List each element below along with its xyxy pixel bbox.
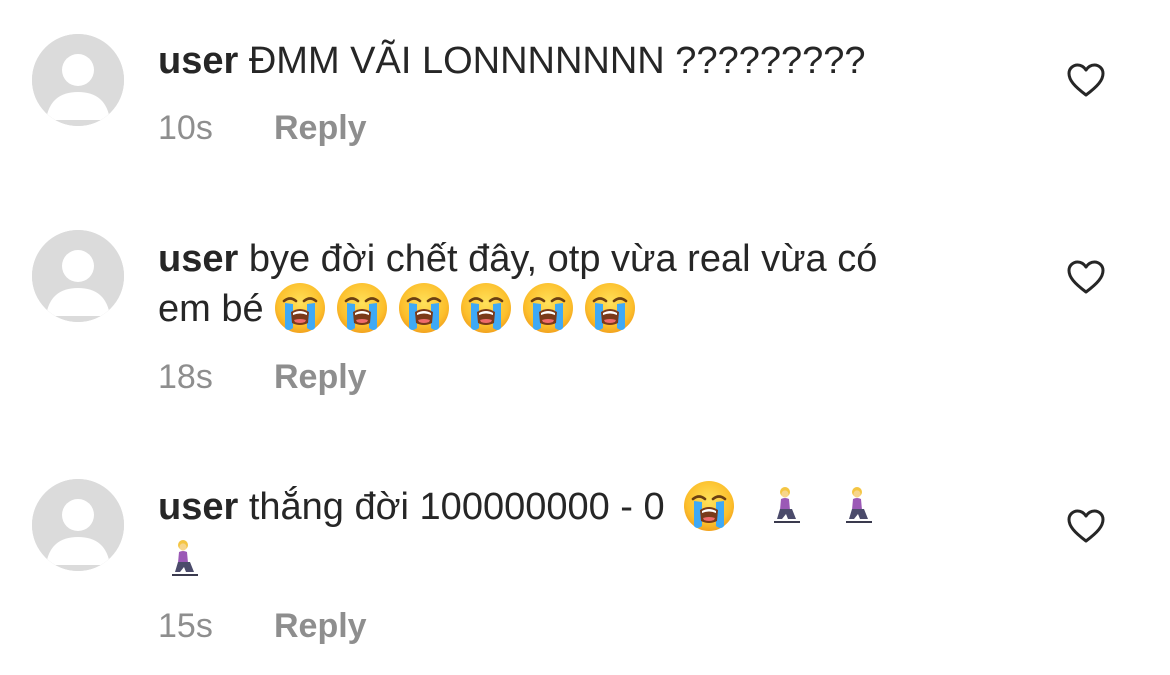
loudly-crying-face-emoji (274, 282, 326, 334)
woman-kneeling-emoji (842, 486, 876, 526)
comment-message: bye đời chết đây, otp vừa real vừa có (248, 238, 878, 280)
comment-message: ĐMM VÃI LONNNNNNN ????????? (248, 40, 866, 82)
comment-timestamp: 18s (158, 358, 213, 396)
comment-meta: 10s Reply (158, 108, 367, 148)
comment-text: user ĐMM VÃI LONNNNNNN ????????? (158, 36, 1028, 86)
comment-meta: 18s Reply (158, 357, 367, 397)
comment-text: user bye đời chết đây, otp vừa real vừa … (158, 234, 1028, 337)
default-avatar-icon (32, 479, 124, 571)
comment-text: user thắng đời 100000000 - 0 (158, 482, 1028, 585)
reply-button[interactable]: Reply (274, 607, 367, 645)
comment-timestamp: 10s (158, 109, 213, 147)
comment-message: thắng đời 100000000 - 0 (248, 486, 665, 528)
avatar[interactable] (32, 230, 124, 322)
reply-button[interactable]: Reply (274, 109, 367, 147)
reply-button[interactable]: Reply (274, 358, 367, 396)
loudly-crying-face-emoji (336, 282, 388, 334)
default-avatar-icon (32, 230, 124, 322)
comment-emojis (274, 284, 646, 337)
avatar[interactable] (32, 34, 124, 126)
comment-meta: 15s Reply (158, 606, 367, 646)
loudly-crying-face-emoji (683, 480, 735, 532)
heart-outline-icon[interactable] (1066, 259, 1106, 295)
loudly-crying-face-emoji (584, 282, 636, 334)
comment-username[interactable]: user (158, 238, 238, 280)
loudly-crying-face-emoji (460, 282, 512, 334)
comment-message-continued: em bé (158, 288, 264, 330)
avatar[interactable] (32, 479, 124, 571)
heart-outline-icon[interactable] (1066, 508, 1106, 544)
default-avatar-icon (32, 34, 124, 126)
loudly-crying-face-emoji (398, 282, 450, 334)
comment-timestamp: 15s (158, 607, 213, 645)
loudly-crying-face-emoji (522, 282, 574, 334)
heart-outline-icon[interactable] (1066, 62, 1106, 98)
comment-username[interactable]: user (158, 40, 238, 82)
woman-kneeling-emoji (168, 539, 202, 579)
woman-kneeling-emoji (770, 486, 804, 526)
comment-username[interactable]: user (158, 486, 238, 528)
